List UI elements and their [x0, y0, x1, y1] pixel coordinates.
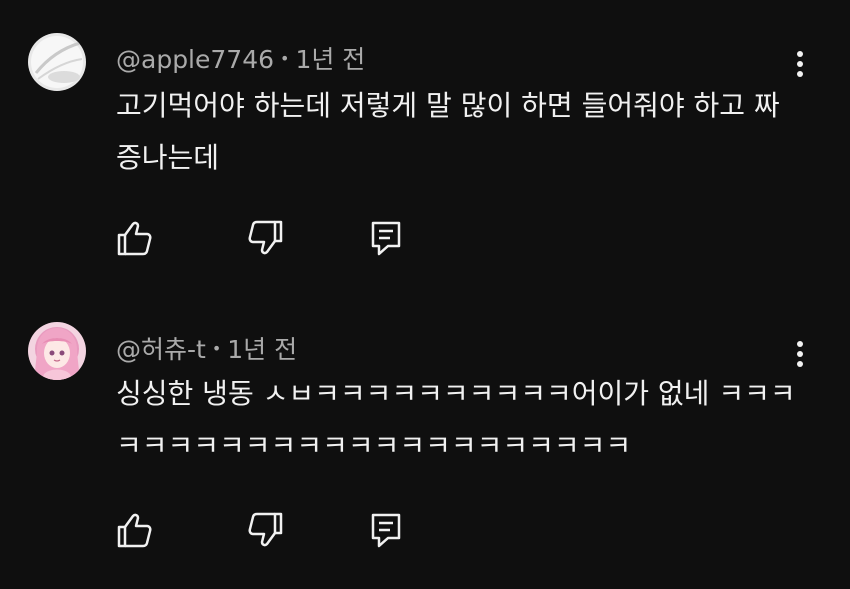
more-vertical-icon	[797, 341, 803, 367]
more-vertical-icon	[797, 51, 803, 77]
meta-separator: •	[211, 339, 222, 358]
more-button[interactable]	[788, 334, 812, 374]
dislike-button[interactable]	[246, 510, 286, 550]
comment-text: 싱싱한 냉동 ㅅㅂㅋㅋㅋㅋㅋㅋㅋㅋㅋㅋ어이가 없네 ㅋㅋㅋㅋㅋㅋㅋㅋㅋㅋㅋㅋㅋㅋ…	[116, 377, 796, 462]
avatar[interactable]	[28, 33, 86, 91]
comment-meta: @apple7746 • 1년 전	[116, 40, 365, 76]
thumbs-up-icon	[117, 513, 152, 548]
anime-girl-avatar-icon	[28, 322, 86, 380]
white-ball-avatar-icon	[28, 33, 86, 91]
meta-separator: •	[280, 49, 290, 68]
reply-button[interactable]	[366, 218, 406, 258]
comment-meta: @허츄-t • 1년 전	[116, 330, 297, 366]
thumbs-down-icon	[248, 220, 283, 255]
reply-icon	[371, 221, 401, 256]
comment-time[interactable]: 1년 전	[227, 335, 297, 364]
thumbs-down-icon	[248, 512, 283, 547]
reply-button[interactable]	[366, 510, 406, 550]
avatar[interactable]	[28, 322, 86, 380]
thumbs-up-icon	[117, 221, 152, 256]
dislike-button[interactable]	[246, 218, 286, 258]
like-button[interactable]	[114, 218, 154, 258]
comment-text: 고기먹어야 하는데 저렇게 말 많이 하면 들어줘야 하고 짜증나는데	[116, 89, 780, 174]
reply-icon	[371, 513, 401, 548]
comment-time[interactable]: 1년 전	[295, 45, 365, 74]
like-button[interactable]	[114, 510, 154, 550]
more-button[interactable]	[788, 44, 812, 84]
comment-author[interactable]: @apple7746	[116, 45, 274, 74]
comment-author[interactable]: @허츄-t	[116, 335, 206, 364]
